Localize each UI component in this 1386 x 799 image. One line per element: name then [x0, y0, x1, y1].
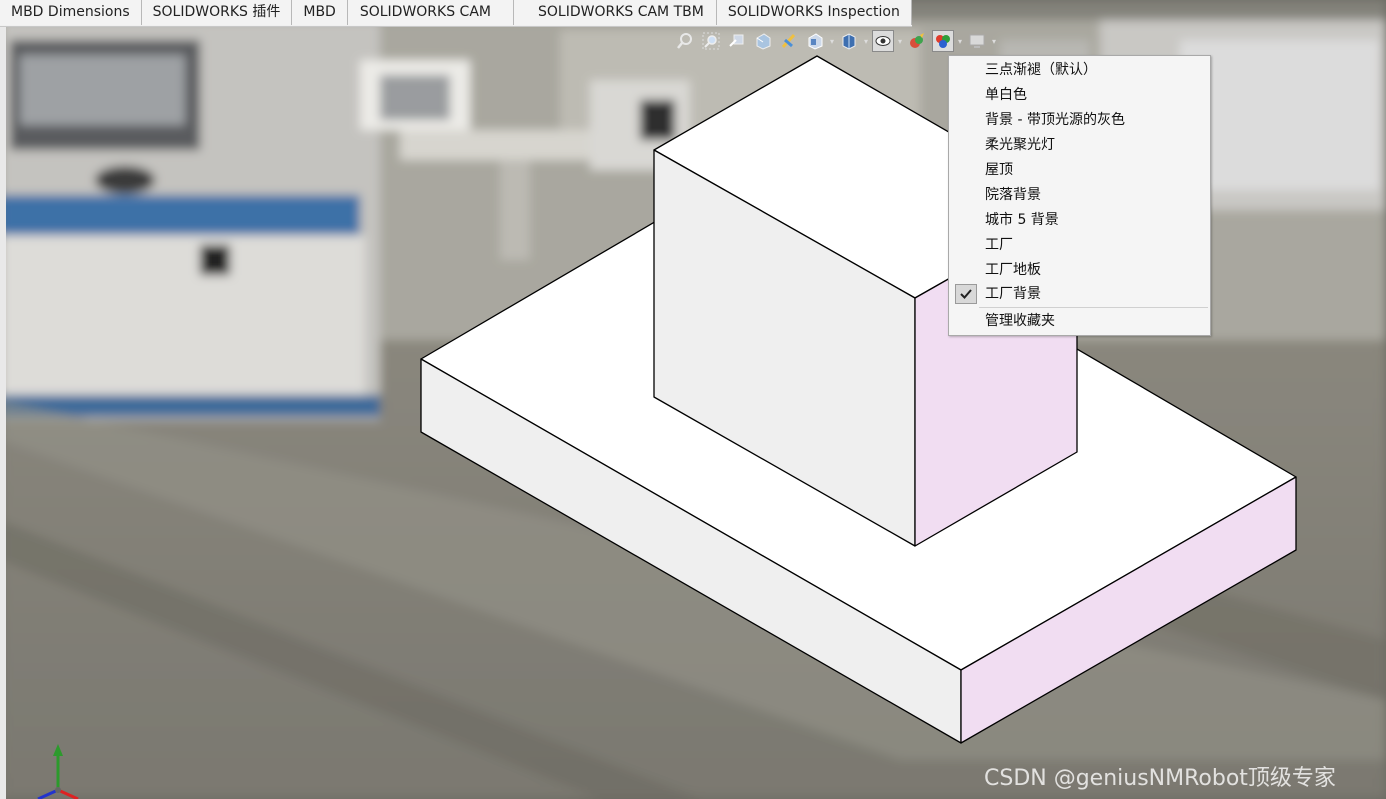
menu-item-scene[interactable]: 工厂地板 [950, 258, 1209, 283]
zoom-area-icon[interactable] [700, 30, 722, 52]
menu-item-label: 工厂 [985, 237, 1013, 253]
menu-item-scene[interactable]: 三点渐褪（默认） [950, 58, 1209, 83]
tab-solidworks-addins[interactable]: SOLIDWORKS 插件 [141, 0, 293, 25]
menu-separator [979, 307, 1208, 308]
heads-up-view-toolbar: ▾ ▾ ▾ ▾ ▾ [672, 28, 998, 54]
menu-item-label: 单白色 [985, 87, 1027, 103]
menu-item-label: 背景 - 带顶光源的灰色 [985, 112, 1125, 128]
previous-view-icon[interactable] [726, 30, 748, 52]
tab-solidworks-inspection[interactable]: SOLIDWORKS Inspection [716, 0, 912, 25]
menu-item-scene[interactable]: 院落背景 [950, 183, 1209, 208]
menu-item-label: 三点渐褪（默认） [985, 62, 1097, 78]
menu-item-scene[interactable]: 城市 5 背景 [950, 208, 1209, 233]
hide-show-dropdown[interactable]: ▾ [896, 30, 904, 52]
tab-solidworks-cam[interactable]: SOLIDWORKS CAM [347, 0, 514, 25]
apply-scene-menu: 三点渐褪（默认） 单白色 背景 - 带顶光源的灰色 柔光聚光灯 屋顶 院落背景 … [948, 55, 1211, 336]
zoom-to-fit-icon[interactable] [674, 30, 696, 52]
menu-item-label: 柔光聚光灯 [985, 137, 1055, 153]
menu-item-scene[interactable]: 单白色 [950, 83, 1209, 108]
view-orientation-dropdown[interactable]: ▾ [828, 30, 836, 52]
edit-appearance-icon[interactable] [906, 30, 928, 52]
menu-item-scene-checked[interactable]: 工厂背景 [950, 282, 1209, 307]
tab-solidworks-cam-tbm[interactable]: SOLIDWORKS CAM TBM [513, 0, 717, 25]
display-style-icon[interactable] [838, 30, 860, 52]
tab-mbd-dimensions[interactable]: MBD Dimensions [0, 0, 142, 25]
menu-item-label: 工厂背景 [985, 286, 1041, 302]
menu-item-scene[interactable]: 柔光聚光灯 [950, 133, 1209, 158]
menu-item-scene[interactable]: 背景 - 带顶光源的灰色 [950, 108, 1209, 133]
menu-item-scene[interactable]: 工厂 [950, 233, 1209, 258]
menu-item-label: 院落背景 [985, 187, 1041, 203]
menu-item-label: 屋顶 [985, 162, 1013, 178]
view-settings-dropdown[interactable]: ▾ [990, 30, 998, 52]
menu-item-label: 工厂地板 [985, 262, 1041, 278]
view-settings-icon[interactable] [966, 30, 988, 52]
menu-item-label: 城市 5 背景 [985, 212, 1059, 228]
view-orientation-icon[interactable] [804, 30, 826, 52]
section-view-icon[interactable] [752, 30, 774, 52]
menu-item-scene[interactable]: 屋顶 [950, 158, 1209, 183]
tab-mbd[interactable]: MBD [292, 0, 348, 25]
display-style-dropdown[interactable]: ▾ [862, 30, 870, 52]
left-panel-edge [0, 26, 6, 799]
apply-scene-dropdown[interactable]: ▾ [956, 30, 964, 52]
command-manager-tabs: MBD Dimensions SOLIDWORKS 插件 MBD SOLIDWO… [0, 0, 912, 27]
hide-show-items-icon[interactable] [872, 30, 894, 52]
apply-scene-icon[interactable] [932, 30, 954, 52]
menu-item-manage-favorites[interactable]: 管理收藏夹 [950, 309, 1209, 334]
watermark-text: CSDN @geniusNMRobot顶级专家 [984, 766, 1336, 791]
menu-item-label: 管理收藏夹 [985, 313, 1055, 329]
checkmark-icon [955, 284, 977, 304]
dynamic-annotation-icon[interactable] [778, 30, 800, 52]
